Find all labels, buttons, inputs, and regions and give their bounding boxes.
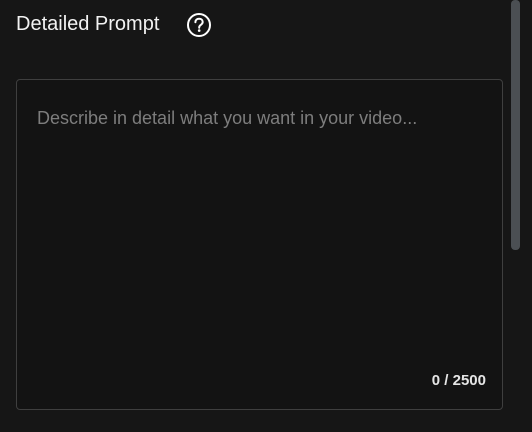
section-header: Detailed Prompt	[16, 10, 159, 38]
prompt-textarea[interactable]	[17, 80, 502, 409]
prompt-textarea-container[interactable]: 0 / 2500	[16, 79, 503, 410]
character-counter: 0 / 2500	[431, 372, 486, 389]
question-circle-icon[interactable]	[185, 11, 213, 39]
section-title: Detailed Prompt	[16, 13, 160, 35]
question-circle-icon-svg	[187, 13, 211, 37]
scrollbar-thumb[interactable]	[511, 0, 520, 250]
